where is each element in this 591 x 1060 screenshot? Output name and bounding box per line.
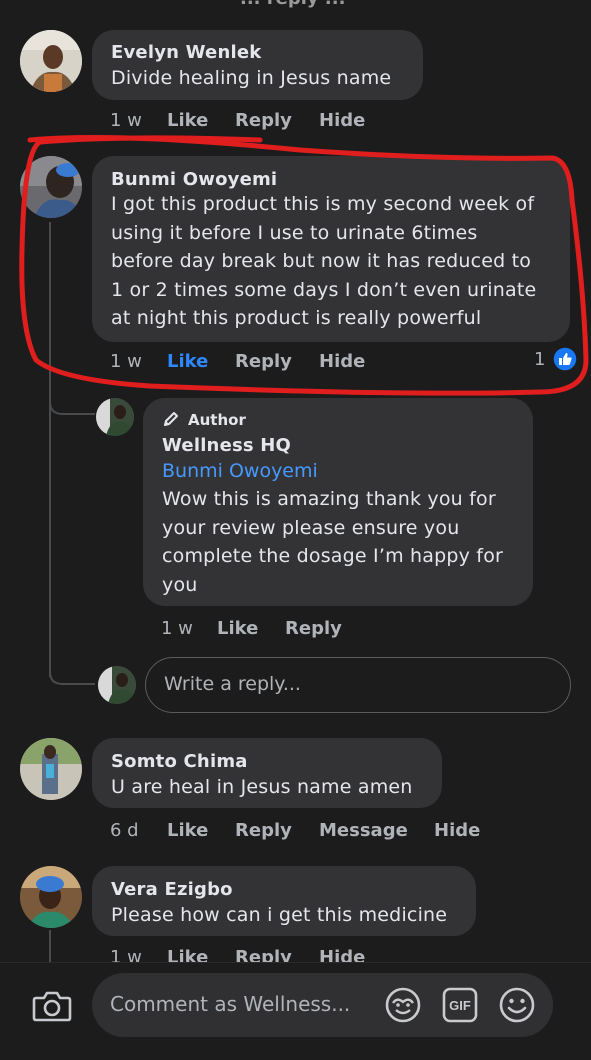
comment-text: U are heal in Jesus name amen <box>111 776 413 798</box>
avatar[interactable] <box>20 738 82 800</box>
avatar[interactable] <box>96 398 134 436</box>
pencil-icon <box>164 412 178 426</box>
comment-bubble: Somto Chima U are heal in Jesus name ame… <box>92 738 442 808</box>
message-button[interactable]: Message <box>319 820 408 841</box>
reply-author[interactable]: Wellness HQ <box>162 435 291 456</box>
author-badge-label: Author <box>188 411 246 429</box>
reply-time[interactable]: 1 w <box>161 618 193 639</box>
hide-button[interactable]: Hide <box>434 820 480 841</box>
comment-author[interactable]: Vera Ezigbo <box>111 879 233 900</box>
comment-time[interactable]: 6 d <box>110 820 139 841</box>
reply-text: Wow this is amazing thank you for your r… <box>162 488 504 596</box>
comment-input-placeholder: Comment as Wellness... <box>110 992 351 1016</box>
svg-text:GIF: GIF <box>449 998 471 1013</box>
gif-icon[interactable]: GIF <box>442 987 478 1023</box>
comment-composer-bar: Comment as Wellness... GIF <box>0 962 591 1060</box>
reply-button[interactable]: Reply <box>235 820 292 841</box>
thread-line <box>49 930 51 962</box>
thread-connector <box>49 650 95 685</box>
comment-input[interactable]: Comment as Wellness... GIF <box>92 973 553 1037</box>
reply-bubble: Author Wellness HQ Bunmi Owoyemi Wow thi… <box>143 398 533 606</box>
like-button[interactable]: Like <box>217 618 258 639</box>
comment-text: Please how can i get this medicine <box>111 904 448 926</box>
red-highlight-annotation <box>19 135 589 396</box>
reply-input[interactable]: Write a reply... <box>145 657 571 713</box>
reply-button[interactable]: Reply <box>285 618 342 639</box>
comment-bubble: Vera Ezigbo Please how can i get this me… <box>92 866 476 936</box>
comment-author[interactable]: Somto Chima <box>111 751 248 772</box>
camera-icon[interactable] <box>32 989 72 1023</box>
avatar[interactable] <box>20 866 82 928</box>
reply-input-placeholder: Write a reply... <box>164 673 301 695</box>
emoji-icon[interactable] <box>498 986 536 1024</box>
mention-link[interactable]: Bunmi Owoyemi <box>162 457 318 485</box>
like-button[interactable]: Like <box>167 820 208 841</box>
avatar-sticker-icon[interactable] <box>384 986 422 1024</box>
avatar <box>98 666 136 704</box>
